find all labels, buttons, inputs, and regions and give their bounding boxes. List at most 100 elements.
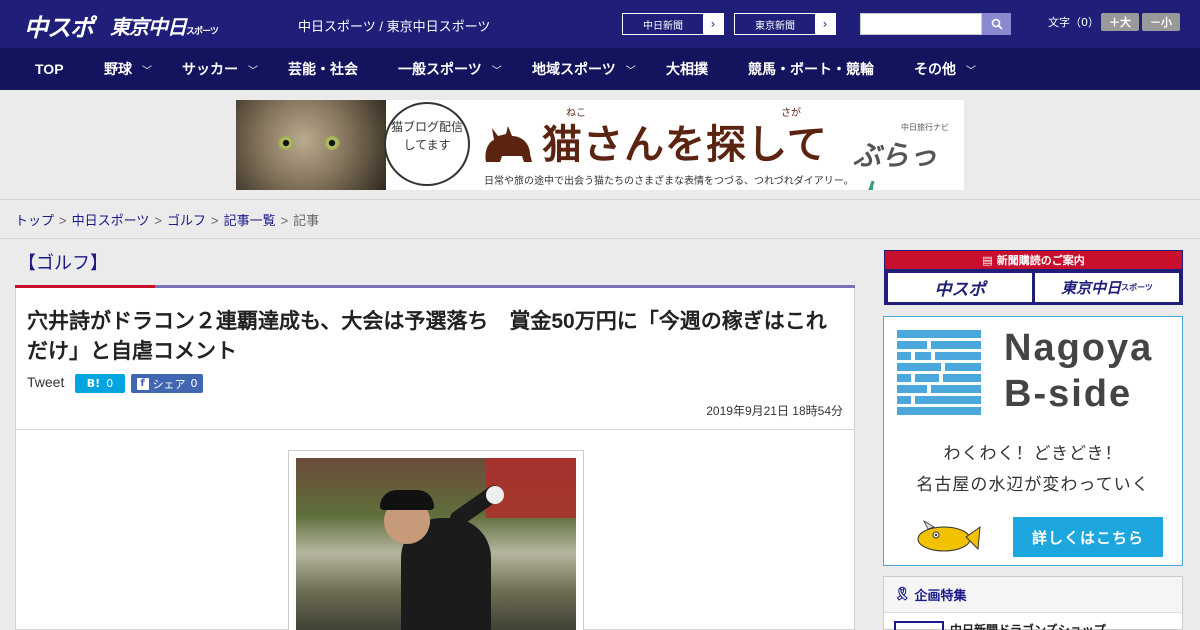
nav-item-label: 芸能・社会 — [288, 61, 358, 77]
breadcrumb-separator: > — [280, 213, 289, 228]
tokyo-shimbun-label: 東京新聞 — [755, 20, 795, 32]
banner-zone: 猫ブログ配信してます ねこ さが 猫さんを探して 日常や旅の途中で出会う猫たちの… — [0, 90, 1200, 200]
breadcrumb-link-articles[interactable]: 記事一覧 — [224, 213, 276, 228]
tweet-button[interactable]: Tweet — [27, 374, 64, 390]
feature-heading-text: 企画特集 — [914, 589, 967, 604]
article-header: 穴井詩がドラコン２連覇達成も、大会は予選落ち 賞金50万円に「今週の稼ぎはこれだ… — [16, 288, 854, 430]
tokyo-shimbun-link[interactable]: 東京新聞 › — [734, 13, 836, 35]
tokyo-chunichi-logo-small: スポーツ — [186, 27, 219, 37]
brand-accent: 人 — [853, 179, 881, 190]
cat-eye — [278, 136, 294, 150]
banner-subtitle: 日常や旅の途中で出会う猫たちのさまざまな表情をつづる、つれづれダイアリー。 — [484, 176, 854, 187]
nav-item-entertainment[interactable]: 芸能・社会 — [288, 48, 358, 90]
brick-logo-icon — [897, 330, 983, 415]
chevron-right-icon: › — [815, 14, 835, 34]
breadcrumb-separator: > — [154, 213, 162, 228]
shachihoko-mascot-icon — [917, 519, 981, 552]
ad-details-button[interactable]: 詳しくはこちら — [1013, 517, 1163, 557]
burattabi-logo: ぶらっ人 — [853, 134, 964, 190]
hatena-count: 0 — [106, 377, 114, 390]
font-larger-button[interactable]: ＋大 — [1101, 13, 1139, 31]
feature-heading: 🎗 企画特集 — [884, 577, 1182, 613]
nav-item-label: 競馬・ボート・競輪 — [748, 61, 874, 77]
facebook-share-button[interactable]: f シェア 0 — [131, 374, 203, 393]
speech-bubble: 猫ブログ配信してます — [384, 102, 470, 186]
publish-date: 2019年9月21日 18時54分 — [706, 404, 843, 418]
subscription-box: ▤ 新聞購読のご案内 中スポ 東京中日 スポーツ — [884, 250, 1183, 305]
article-headline: 穴井詩がドラコン２連覇達成も、大会は予選落ち 賞金50万円に「今週の稼ぎはこれだ… — [27, 310, 827, 363]
breadcrumb-link-top[interactable]: トップ — [15, 213, 54, 228]
ad-tagline-1: わくわく！どきどき！ — [943, 444, 1123, 464]
chevron-down-icon: ﹀ — [248, 65, 258, 77]
nav-item-label: 大相撲 — [666, 61, 708, 77]
article-photo[interactable] — [296, 458, 576, 630]
newspaper-icon: ▤ — [982, 253, 993, 267]
search-input[interactable] — [860, 13, 982, 35]
ad-title-line1: Nagoya — [1004, 327, 1154, 369]
cat-blog-banner[interactable]: 猫ブログ配信してます ねこ さが 猫さんを探して 日常や旅の途中で出会う猫たちの… — [236, 100, 964, 190]
nav-item-top[interactable]: TOP — [35, 48, 64, 90]
breadcrumb-link-golf[interactable]: ゴルフ — [167, 213, 206, 228]
feature-box: 🎗 企画特集 中日新聞ドラゴンズショップ — [883, 576, 1183, 630]
nav-item-general-sports[interactable]: 一般スポーツ ﹀ — [398, 48, 502, 90]
chunichi-shimbun-label: 中日新聞 — [643, 20, 683, 32]
facebook-icon: f — [136, 377, 149, 390]
subscribe-tokyo-chunichi-small: スポーツ — [1121, 283, 1153, 292]
hatena-icon: B! — [86, 377, 101, 390]
tokyo-chunichi-logo-text: 東京中日 — [110, 15, 187, 39]
cat-silhouette-icon — [485, 126, 532, 162]
feature-item-link[interactable]: 中日新聞ドラゴンズショップ — [950, 621, 1106, 630]
ad-tagline-2: 名古屋の水辺が変わっていく — [916, 475, 1150, 495]
subscription-heading: ▤ 新聞購読のご案内 — [885, 251, 1182, 269]
chunichi-shimbun-link[interactable]: 中日新聞 › — [622, 13, 724, 35]
search-icon — [991, 18, 1003, 30]
nav-item-label: TOP — [35, 61, 64, 77]
breadcrumb-separator: > — [59, 213, 67, 228]
main-nav: TOP 野球 ﹀ サッカー ﹀ 芸能・社会 一般スポーツ ﹀ 地域スポーツ ﹀ 大相撲 … — [0, 48, 1200, 90]
chevron-down-icon: ﹀ — [491, 65, 502, 77]
ribbon-icon: 🎗 — [894, 587, 911, 602]
nav-item-racing[interactable]: 競馬・ボート・競輪 — [748, 48, 874, 90]
article-photo-frame — [288, 450, 584, 630]
nav-item-other[interactable]: その他 ﹀ — [914, 48, 976, 90]
nav-item-baseball[interactable]: 野球 ﹀ — [104, 48, 152, 90]
tokyo-chunichi-logo[interactable]: 東京中日スポーツ — [110, 11, 219, 40]
site-name: 中日スポーツ / 東京中日スポーツ — [298, 19, 491, 34]
breadcrumb-link-chuspo[interactable]: 中日スポーツ — [72, 213, 150, 228]
nagoya-bside-ad[interactable]: Nagoya B-side わくわく！どきどき！ 名古屋の水辺が変わっていく 詳し… — [883, 316, 1183, 566]
chevron-down-icon: ﹀ — [625, 65, 636, 77]
font-smaller-button[interactable]: －小 — [1142, 13, 1180, 31]
ad-title-line2: B-side — [1004, 373, 1133, 415]
golfer-cap — [380, 490, 434, 510]
font-size-label: 文字（0） — [1048, 16, 1099, 29]
nav-item-local-sports[interactable]: 地域スポーツ ﹀ — [532, 48, 636, 90]
banner-brand-small: 中日旅行ナビ — [901, 123, 949, 132]
chevron-right-icon: › — [703, 14, 723, 34]
nav-item-label: その他 — [914, 61, 956, 77]
breadcrumb-separator: > — [210, 213, 219, 228]
facebook-share-count: 0 — [190, 377, 198, 390]
chuspo-logo[interactable]: 中スポ — [24, 8, 94, 43]
nav-item-label: 一般スポーツ — [398, 61, 482, 77]
subscribe-tokyo-chunichi-text: 東京中日 — [1061, 279, 1122, 297]
category-label[interactable]: 【ゴルフ】 — [18, 249, 108, 275]
nav-item-sumo[interactable]: 大相撲 — [666, 48, 708, 90]
chevron-down-icon: ﹀ — [142, 65, 152, 77]
subscription-heading-text: 新聞購読のご案内 — [996, 254, 1085, 267]
ad-title: Nagoya B-side — [1004, 325, 1153, 417]
chevron-down-icon: ﹀ — [966, 65, 976, 77]
cat-eye — [324, 136, 340, 150]
nav-item-label: サッカー — [182, 61, 238, 77]
subscribe-tokyo-chunichi-link[interactable]: 東京中日 スポーツ — [1035, 273, 1179, 302]
banner-title: 猫さんを探して — [542, 121, 828, 168]
hatena-bookmark-button[interactable]: B! 0 — [75, 374, 125, 393]
brand-text: ぶらっ — [853, 139, 938, 172]
subscribe-chuspo-link[interactable]: 中スポ — [888, 273, 1032, 302]
facebook-share-label: シェア — [152, 377, 186, 391]
nav-item-label: 野球 — [104, 61, 132, 77]
search-button[interactable] — [982, 13, 1011, 35]
breadcrumb-current: 記事 — [293, 213, 320, 228]
feature-thumbnail[interactable] — [894, 621, 944, 630]
nav-item-soccer[interactable]: サッカー ﹀ — [182, 48, 258, 90]
cat-photo — [236, 100, 386, 190]
